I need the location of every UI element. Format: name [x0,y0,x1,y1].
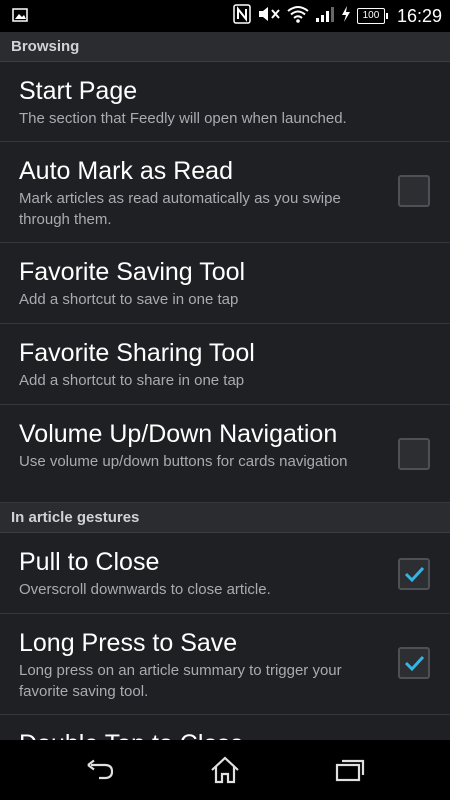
pref-summary: The section that Feedly will open when l… [19,110,347,127]
pref-title: Long Press to Save [19,629,238,657]
status-bar: 100 16:29 [0,0,450,32]
pref-summary: Long press on an article summary to trig… [19,662,342,700]
checkmark-icon [404,655,425,672]
pref-pull-to-close[interactable]: Pull to Close Overscroll downwards to cl… [0,533,450,614]
volume-navigation-checkbox[interactable] [398,438,430,470]
nfc-icon [233,3,251,29]
pref-title: Auto Mark as Read [19,157,233,185]
pref-summary: Mark articles as read automatically as y… [19,190,341,228]
pref-summary: Use volume up/down buttons for cards nav… [19,453,348,470]
pref-favorite-saving-tool[interactable]: Favorite Saving Tool Add a shortcut to s… [0,243,450,324]
pull-to-close-checkbox[interactable] [398,558,430,590]
recent-apps-icon[interactable] [332,754,368,786]
pref-title: Favorite Saving Tool [19,258,246,286]
pref-favorite-sharing-tool[interactable]: Favorite Sharing Tool Add a shortcut to … [0,324,450,405]
section-header-article-gestures: In article gestures [0,503,450,533]
signal-icon [315,5,335,28]
mute-icon [257,5,281,28]
long-press-save-checkbox[interactable] [398,647,430,679]
pref-auto-mark-as-read[interactable]: Auto Mark as Read Mark articles as read … [0,142,450,243]
charging-icon [341,5,351,28]
pref-long-press-to-save[interactable]: Long Press to Save Long press on an arti… [0,614,450,715]
home-icon[interactable] [207,754,243,786]
checkmark-icon [404,566,425,583]
settings-list[interactable]: Browsing Start Page The section that Fee… [0,32,450,740]
pref-start-page[interactable]: Start Page The section that Feedly will … [0,62,450,142]
image-notification-icon [12,7,28,28]
pref-title: Volume Up/Down Navigation [19,420,338,448]
wifi-icon [287,5,309,28]
auto-mark-read-checkbox[interactable] [398,175,430,207]
navigation-bar [0,740,450,800]
battery-icon: 100 [356,8,388,24]
pref-title: Start Page [19,77,138,105]
pref-title: Favorite Sharing Tool [19,339,255,367]
pref-title: Pull to Close [19,548,160,576]
pref-title: Double Tap to Close [19,715,378,740]
pref-summary: Add a shortcut to share in one tap [19,372,245,389]
back-icon[interactable] [82,754,118,786]
pref-double-tap-to-close[interactable]: Double Tap to Close [0,715,450,740]
pref-volume-navigation[interactable]: Volume Up/Down Navigation Use volume up/… [0,405,450,503]
clock: 16:29 [396,5,442,26]
pref-summary: Overscroll downwards to close article. [19,581,271,598]
pref-summary: Add a shortcut to save in one tap [19,291,239,308]
section-header-browsing: Browsing [0,32,450,62]
